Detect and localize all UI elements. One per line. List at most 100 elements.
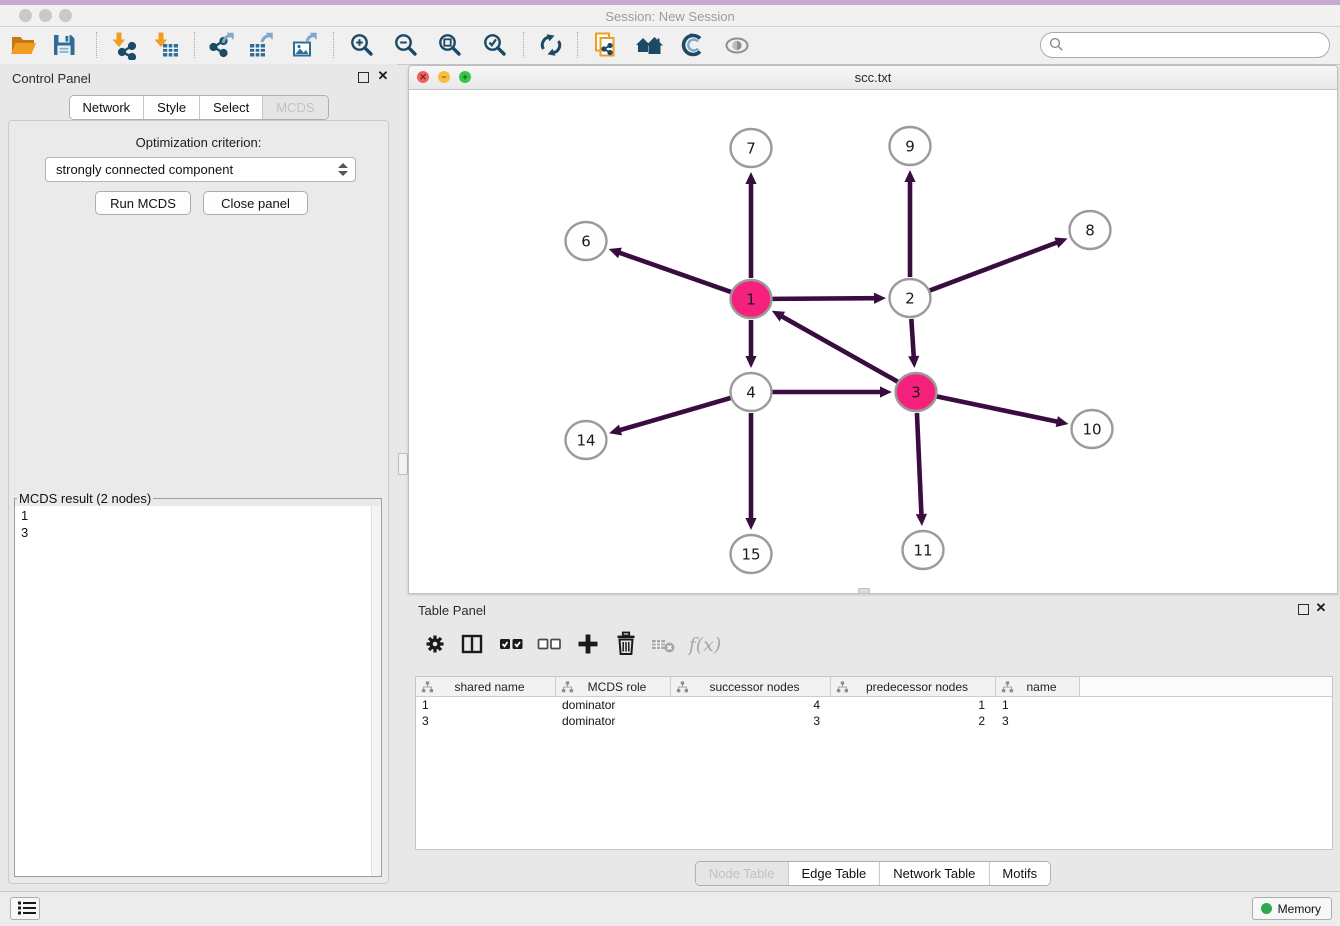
svg-text:9: 9 <box>905 137 915 155</box>
export-network-button[interactable] <box>205 30 239 61</box>
unselect-all-columns-button[interactable] <box>532 628 566 662</box>
edge-1-2[interactable] <box>772 293 886 304</box>
node-8[interactable]: 8 <box>1070 211 1111 249</box>
node-9[interactable]: 9 <box>890 127 931 165</box>
node-7[interactable]: 7 <box>731 129 772 167</box>
column-header-shared-name[interactable]: shared name <box>416 677 556 696</box>
table-panel-float-button[interactable] <box>1298 604 1309 615</box>
network-canvas[interactable]: 7 9 6 8 1 2 4 3 14 10 15 11 <box>409 90 1337 593</box>
node-1[interactable]: 1 <box>731 280 772 318</box>
splitter-grip-icon[interactable] <box>398 453 408 475</box>
memory-button[interactable]: Memory <box>1252 897 1332 920</box>
node-2[interactable]: 2 <box>890 279 931 317</box>
search-input[interactable] <box>1069 34 1325 56</box>
table-cell: 4 <box>671 697 831 713</box>
control-panel-close-button[interactable]: ✕ <box>375 68 391 84</box>
zoom-fit-button[interactable] <box>433 30 467 61</box>
select-all-columns-button[interactable] <box>494 628 528 662</box>
open-session-button[interactable] <box>6 30 40 61</box>
zoom-in-icon <box>347 30 377 60</box>
toolbar-separator <box>333 32 334 58</box>
table-panel-tabs: Node TableEdge TableNetwork TableMotifs <box>695 861 1051 886</box>
delete-table-button[interactable] <box>646 628 680 662</box>
table-settings-button[interactable] <box>418 628 452 662</box>
table-row[interactable]: 1dominator411 <box>416 697 1332 713</box>
tab-network[interactable]: Network <box>69 96 143 119</box>
save-session-button[interactable] <box>47 30 81 61</box>
node-11[interactable]: 11 <box>903 531 944 569</box>
table-panel: Table Panel ✕ <box>408 596 1338 890</box>
node-10[interactable]: 10 <box>1072 410 1113 448</box>
column-header-successor-nodes[interactable]: successor nodes <box>671 677 831 696</box>
status-bar: Memory <box>0 891 1340 926</box>
gear-icon <box>420 629 450 659</box>
table-row[interactable]: 3dominator323 <box>416 713 1332 729</box>
edge-1-6[interactable] <box>609 248 732 292</box>
attribute-tree-icon <box>1001 681 1014 693</box>
node-4[interactable]: 4 <box>731 373 772 411</box>
task-history-button[interactable] <box>10 897 40 920</box>
export-table-button[interactable] <box>244 30 278 61</box>
import-network-button[interactable] <box>107 30 141 61</box>
close-panel-button[interactable]: Close panel <box>203 191 308 215</box>
edge-3-11[interactable] <box>916 413 927 526</box>
node-15[interactable]: 15 <box>731 535 772 573</box>
import-table-icon <box>151 30 181 60</box>
tab-mcds[interactable]: MCDS <box>262 96 327 119</box>
edge-4-14[interactable] <box>609 398 731 435</box>
refresh-icon <box>536 30 566 60</box>
table-panel-close-button[interactable]: ✕ <box>1313 600 1329 616</box>
tab-network-table[interactable]: Network Table <box>879 862 988 885</box>
node-3[interactable]: 3 <box>896 373 937 411</box>
clone-network-button[interactable] <box>588 30 622 61</box>
edge-2-9[interactable] <box>904 170 915 277</box>
window-titlebar: Session: New Session <box>0 5 1340 27</box>
table-cell: 1 <box>996 697 1080 713</box>
edge-1-4[interactable] <box>745 320 756 368</box>
tab-style[interactable]: Style <box>143 96 199 119</box>
table-cell: 1 <box>416 697 556 713</box>
node-6[interactable]: 6 <box>566 222 607 260</box>
houses-icon <box>634 30 664 60</box>
run-mcds-button[interactable]: Run MCDS <box>95 191 191 215</box>
column-header-predecessor-nodes[interactable]: predecessor nodes <box>831 677 996 696</box>
cyndex-button[interactable] <box>675 30 709 61</box>
zoom-selected-button[interactable] <box>478 30 512 61</box>
export-image-button[interactable] <box>288 30 322 61</box>
result-scrollbar[interactable] <box>371 506 381 876</box>
control-panel-title: Control Panel <box>12 71 91 86</box>
zoom-in-button[interactable] <box>345 30 379 61</box>
toggle-view-button[interactable] <box>720 30 754 61</box>
edge-4-3[interactable] <box>772 386 892 397</box>
table-cell: 1 <box>831 697 996 713</box>
table-cell: dominator <box>556 713 671 729</box>
node-14[interactable]: 14 <box>566 421 607 459</box>
column-header-mcds-role[interactable]: MCDS role <box>556 677 671 696</box>
function-builder-button[interactable]: f(x) <box>683 628 727 662</box>
zoom-out-button[interactable] <box>389 30 423 61</box>
tab-motifs[interactable]: Motifs <box>988 862 1050 885</box>
edge-4-15[interactable] <box>745 413 756 530</box>
criterion-select[interactable]: strongly connected component <box>45 157 356 182</box>
edge-3-1[interactable] <box>772 311 898 382</box>
delete-column-button[interactable] <box>609 628 643 662</box>
svg-text:7: 7 <box>746 139 756 157</box>
tab-node-table[interactable]: Node Table <box>696 862 788 885</box>
edge-2-3[interactable] <box>908 319 919 368</box>
panel-splitter[interactable] <box>397 64 408 892</box>
apply-layout-button[interactable] <box>534 30 568 61</box>
column-header-name[interactable]: name <box>996 677 1080 696</box>
import-table-button[interactable] <box>149 30 183 61</box>
mcds-result-area[interactable]: 1 3 <box>15 506 381 876</box>
horizontal-splitter-grip[interactable] <box>858 588 870 594</box>
ndex-home-button[interactable] <box>632 30 666 61</box>
toggle-panes-button[interactable] <box>455 628 489 662</box>
split-pane-icon <box>457 629 487 659</box>
edge-3-10[interactable] <box>937 396 1069 427</box>
edge-2-8[interactable] <box>930 237 1068 290</box>
control-panel-float-button[interactable] <box>358 72 369 83</box>
create-column-button[interactable] <box>571 628 605 662</box>
tab-edge-table[interactable]: Edge Table <box>787 862 879 885</box>
tab-select[interactable]: Select <box>199 96 262 119</box>
edge-1-7[interactable] <box>745 172 756 278</box>
